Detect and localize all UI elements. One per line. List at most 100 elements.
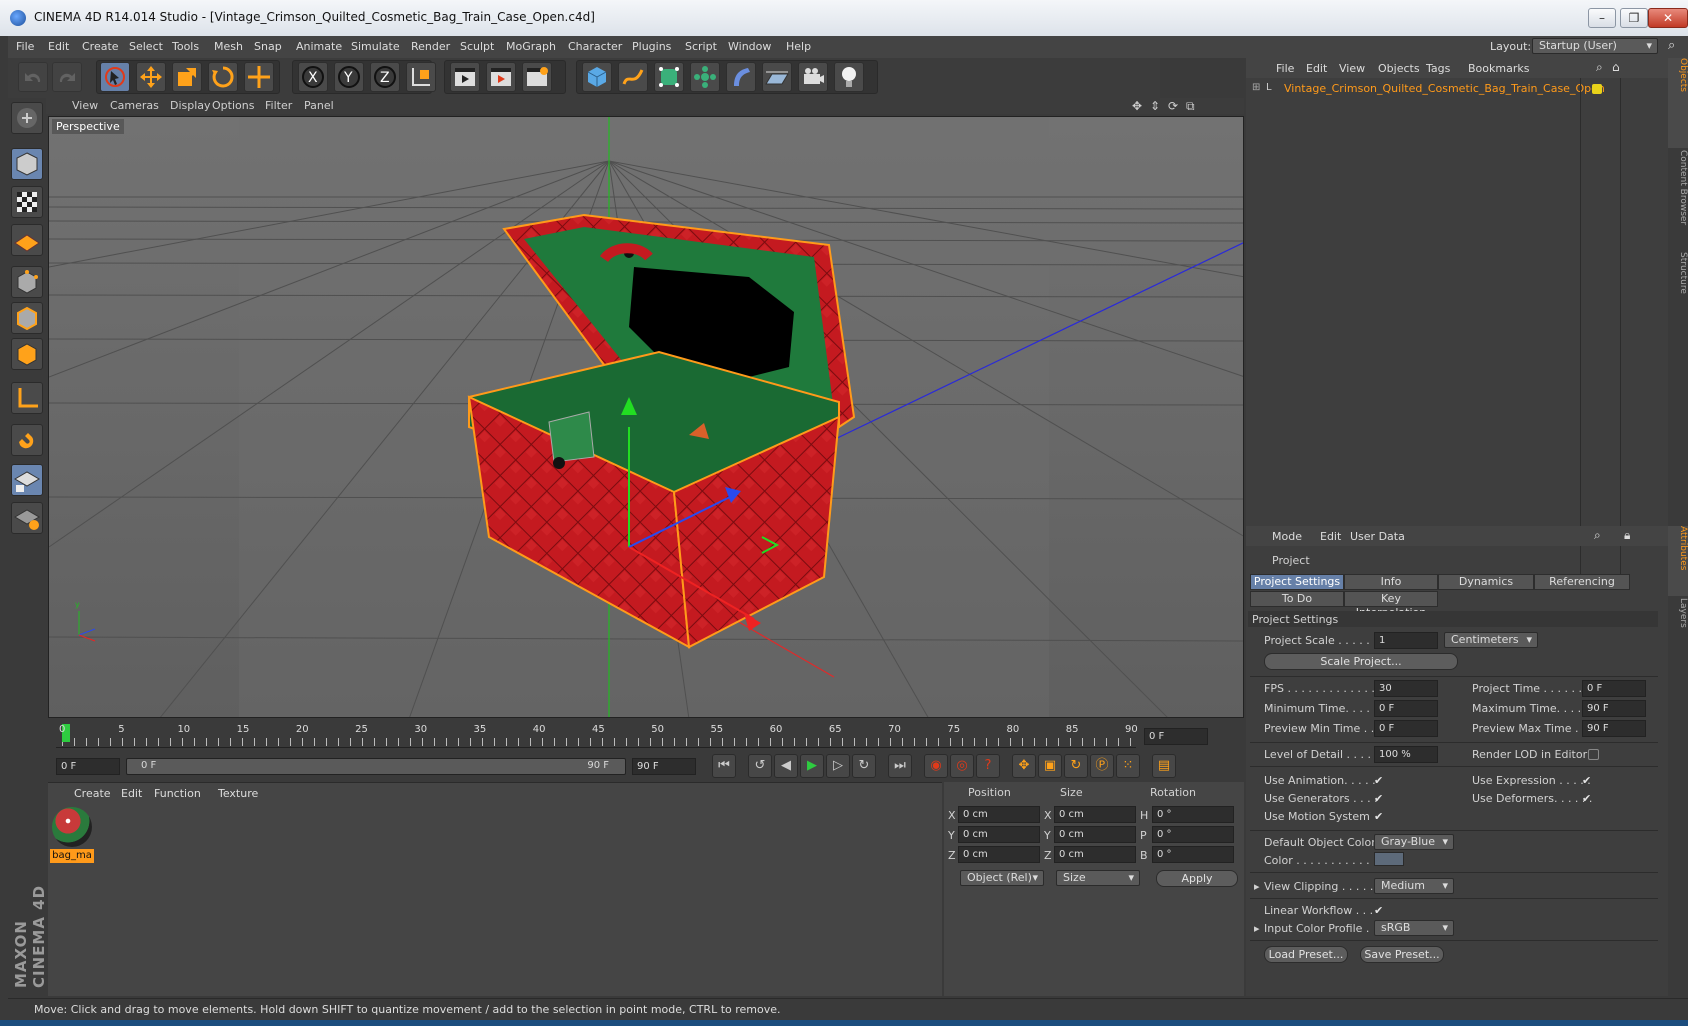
size-x-field[interactable]: 0 cm (1054, 806, 1136, 823)
texture-mode-icon[interactable] (11, 186, 43, 218)
min-time-field[interactable]: 0 F (1374, 700, 1438, 717)
key-rotation-icon[interactable]: ↻ (1064, 754, 1088, 778)
viewport-menu-panel[interactable]: Panel (304, 99, 334, 112)
tab-project-settings[interactable]: Project Settings (1250, 574, 1344, 590)
objects-menu-objects[interactable]: Objects (1378, 62, 1420, 75)
viewport-maximize-icon[interactable]: ⧉ (1186, 99, 1195, 114)
side-tab-attributes[interactable]: Attributes (1668, 526, 1688, 596)
menu-mograph[interactable]: MoGraph (506, 40, 556, 53)
transform-tool-icon[interactable] (244, 62, 274, 92)
project-scale-unit-dropdown[interactable]: Centimeters (1444, 632, 1538, 648)
coordinate-mode-dropdown[interactable]: Object (Rel) (960, 870, 1044, 886)
side-tab-content-browser[interactable]: Content Browser (1668, 150, 1688, 250)
live-selection-icon[interactable] (100, 62, 130, 92)
light-icon[interactable] (834, 62, 864, 92)
view-clipping-expand-icon[interactable]: ▸ (1254, 880, 1260, 893)
goto-start-icon[interactable]: ⏮ (712, 754, 736, 778)
viewport-menu-display[interactable]: Display (170, 99, 211, 112)
autokey-icon[interactable]: ◎ (950, 754, 974, 778)
fps-field[interactable]: 30 (1374, 680, 1438, 697)
menu-script[interactable]: Script (685, 40, 717, 53)
step-forward-icon[interactable]: ▷ (826, 754, 850, 778)
object-home-icon[interactable]: ⌂ (1612, 60, 1620, 74)
timeline-ruler[interactable]: 0 5 10 15 20 25 30 35 40 45 50 55 60 65 70 75 80 85 90 0 F (48, 722, 1244, 752)
viewport-zoom-icon[interactable]: ⇕ (1150, 99, 1160, 113)
use-deformers-checkbox[interactable]: ✔ (1582, 793, 1593, 804)
menu-simulate[interactable]: Simulate (351, 40, 400, 53)
render-picture-viewer-icon[interactable] (486, 62, 516, 92)
attr-lock-icon[interactable]: 🔒︎ (1624, 528, 1630, 543)
side-tab-structure[interactable]: Structure (1668, 252, 1688, 312)
loop-forward-icon[interactable]: ↻ (852, 754, 876, 778)
floor-environment-icon[interactable] (762, 62, 792, 92)
tab-to-do[interactable]: To Do (1250, 591, 1344, 607)
y-axis-lock-icon[interactable]: Y (334, 62, 364, 92)
z-axis-lock-icon[interactable]: Z (370, 62, 400, 92)
position-z-field[interactable]: 0 cm (958, 846, 1040, 863)
menu-create[interactable]: Create (82, 40, 119, 53)
scale-project-button[interactable]: Scale Project... (1264, 653, 1458, 670)
camera-icon[interactable] (798, 62, 828, 92)
input-profile-expand-icon[interactable]: ▸ (1254, 922, 1260, 935)
menu-help[interactable]: Help (786, 40, 811, 53)
current-frame-field[interactable]: 0 F (1144, 728, 1208, 745)
material-menu-texture[interactable]: Texture (218, 787, 258, 800)
undo-icon[interactable] (18, 62, 48, 92)
tab-info[interactable]: Info (1344, 574, 1438, 590)
objects-menu-tags[interactable]: Tags (1426, 62, 1450, 75)
rotation-h-field[interactable]: 0 ° (1152, 806, 1234, 823)
make-editable-icon[interactable] (11, 102, 43, 134)
menu-tools[interactable]: Tools (172, 40, 199, 53)
objects-menu-edit[interactable]: Edit (1306, 62, 1327, 75)
step-back-icon[interactable]: ◀ (774, 754, 798, 778)
use-animation-checkbox[interactable]: ✔ (1374, 775, 1385, 786)
render-lod-checkbox[interactable] (1588, 749, 1599, 760)
maximize-button[interactable]: ❐ (1620, 8, 1648, 28)
edges-mode-icon[interactable] (11, 302, 43, 334)
key-pla-icon[interactable]: ⁙ (1116, 754, 1140, 778)
subdivision-surface-icon[interactable] (654, 62, 684, 92)
lod-field[interactable]: 100 % (1374, 746, 1438, 763)
locked-workplane-icon[interactable] (11, 464, 43, 496)
loop-back-icon[interactable]: ↺ (748, 754, 772, 778)
menu-select[interactable]: Select (129, 40, 163, 53)
render-settings-icon[interactable] (522, 62, 552, 92)
x-axis-lock-icon[interactable]: X (298, 62, 328, 92)
material-menu-create[interactable]: Create (74, 787, 111, 800)
project-time-field[interactable]: 0 F (1582, 680, 1646, 697)
size-z-field[interactable]: 0 cm (1054, 846, 1136, 863)
keyframe-selection-icon[interactable]: ? (976, 754, 1000, 778)
material-name-label[interactable]: bag_ma (50, 849, 94, 863)
attr-menu-mode[interactable]: Mode (1272, 530, 1302, 543)
key-position-icon[interactable]: ✥ (1012, 754, 1036, 778)
menu-sculpt[interactable]: Sculpt (460, 40, 494, 53)
viewport-pan-icon[interactable]: ✥ (1132, 99, 1142, 113)
record-keys-icon[interactable]: ◉ (924, 754, 948, 778)
attr-menu-user-data[interactable]: User Data (1350, 530, 1405, 543)
play-icon[interactable]: ▶ (800, 754, 824, 778)
side-tab-objects[interactable]: Objects (1668, 58, 1688, 148)
timeline-layout-icon[interactable]: ▤ (1152, 754, 1176, 778)
use-motion-checkbox[interactable]: ✔ (1374, 811, 1385, 822)
array-mograph-icon[interactable] (690, 62, 720, 92)
frame-range-slider[interactable]: 0 F 90 F (126, 758, 626, 775)
object-row[interactable]: ⊞ L Vintage_Crimson_Quilted_Cosmetic_Bag… (1246, 80, 1658, 98)
project-scale-field[interactable]: 1 (1374, 632, 1438, 649)
load-preset-button[interactable]: Load Preset... (1264, 946, 1348, 963)
end-frame-field[interactable]: 90 F (632, 758, 696, 775)
rotation-b-field[interactable]: 0 ° (1152, 846, 1234, 863)
model-mode-icon[interactable] (11, 148, 43, 180)
coordinate-system-icon[interactable] (406, 62, 436, 92)
redo-icon[interactable] (52, 62, 82, 92)
layer-color-icon[interactable] (1592, 84, 1602, 94)
scale-tool-icon[interactable] (172, 62, 202, 92)
position-x-field[interactable]: 0 cm (958, 806, 1040, 823)
points-mode-icon[interactable] (11, 266, 43, 298)
position-y-field[interactable]: 0 cm (958, 826, 1040, 843)
snap-magnet-icon[interactable] (11, 424, 43, 456)
key-parameter-icon[interactable]: Ⓟ (1090, 754, 1114, 778)
cube-primitive-icon[interactable] (582, 62, 612, 92)
input-profile-dropdown[interactable]: sRGB (1374, 920, 1454, 936)
start-frame-field[interactable]: 0 F (56, 758, 120, 775)
linear-workflow-checkbox[interactable]: ✔ (1374, 905, 1385, 916)
